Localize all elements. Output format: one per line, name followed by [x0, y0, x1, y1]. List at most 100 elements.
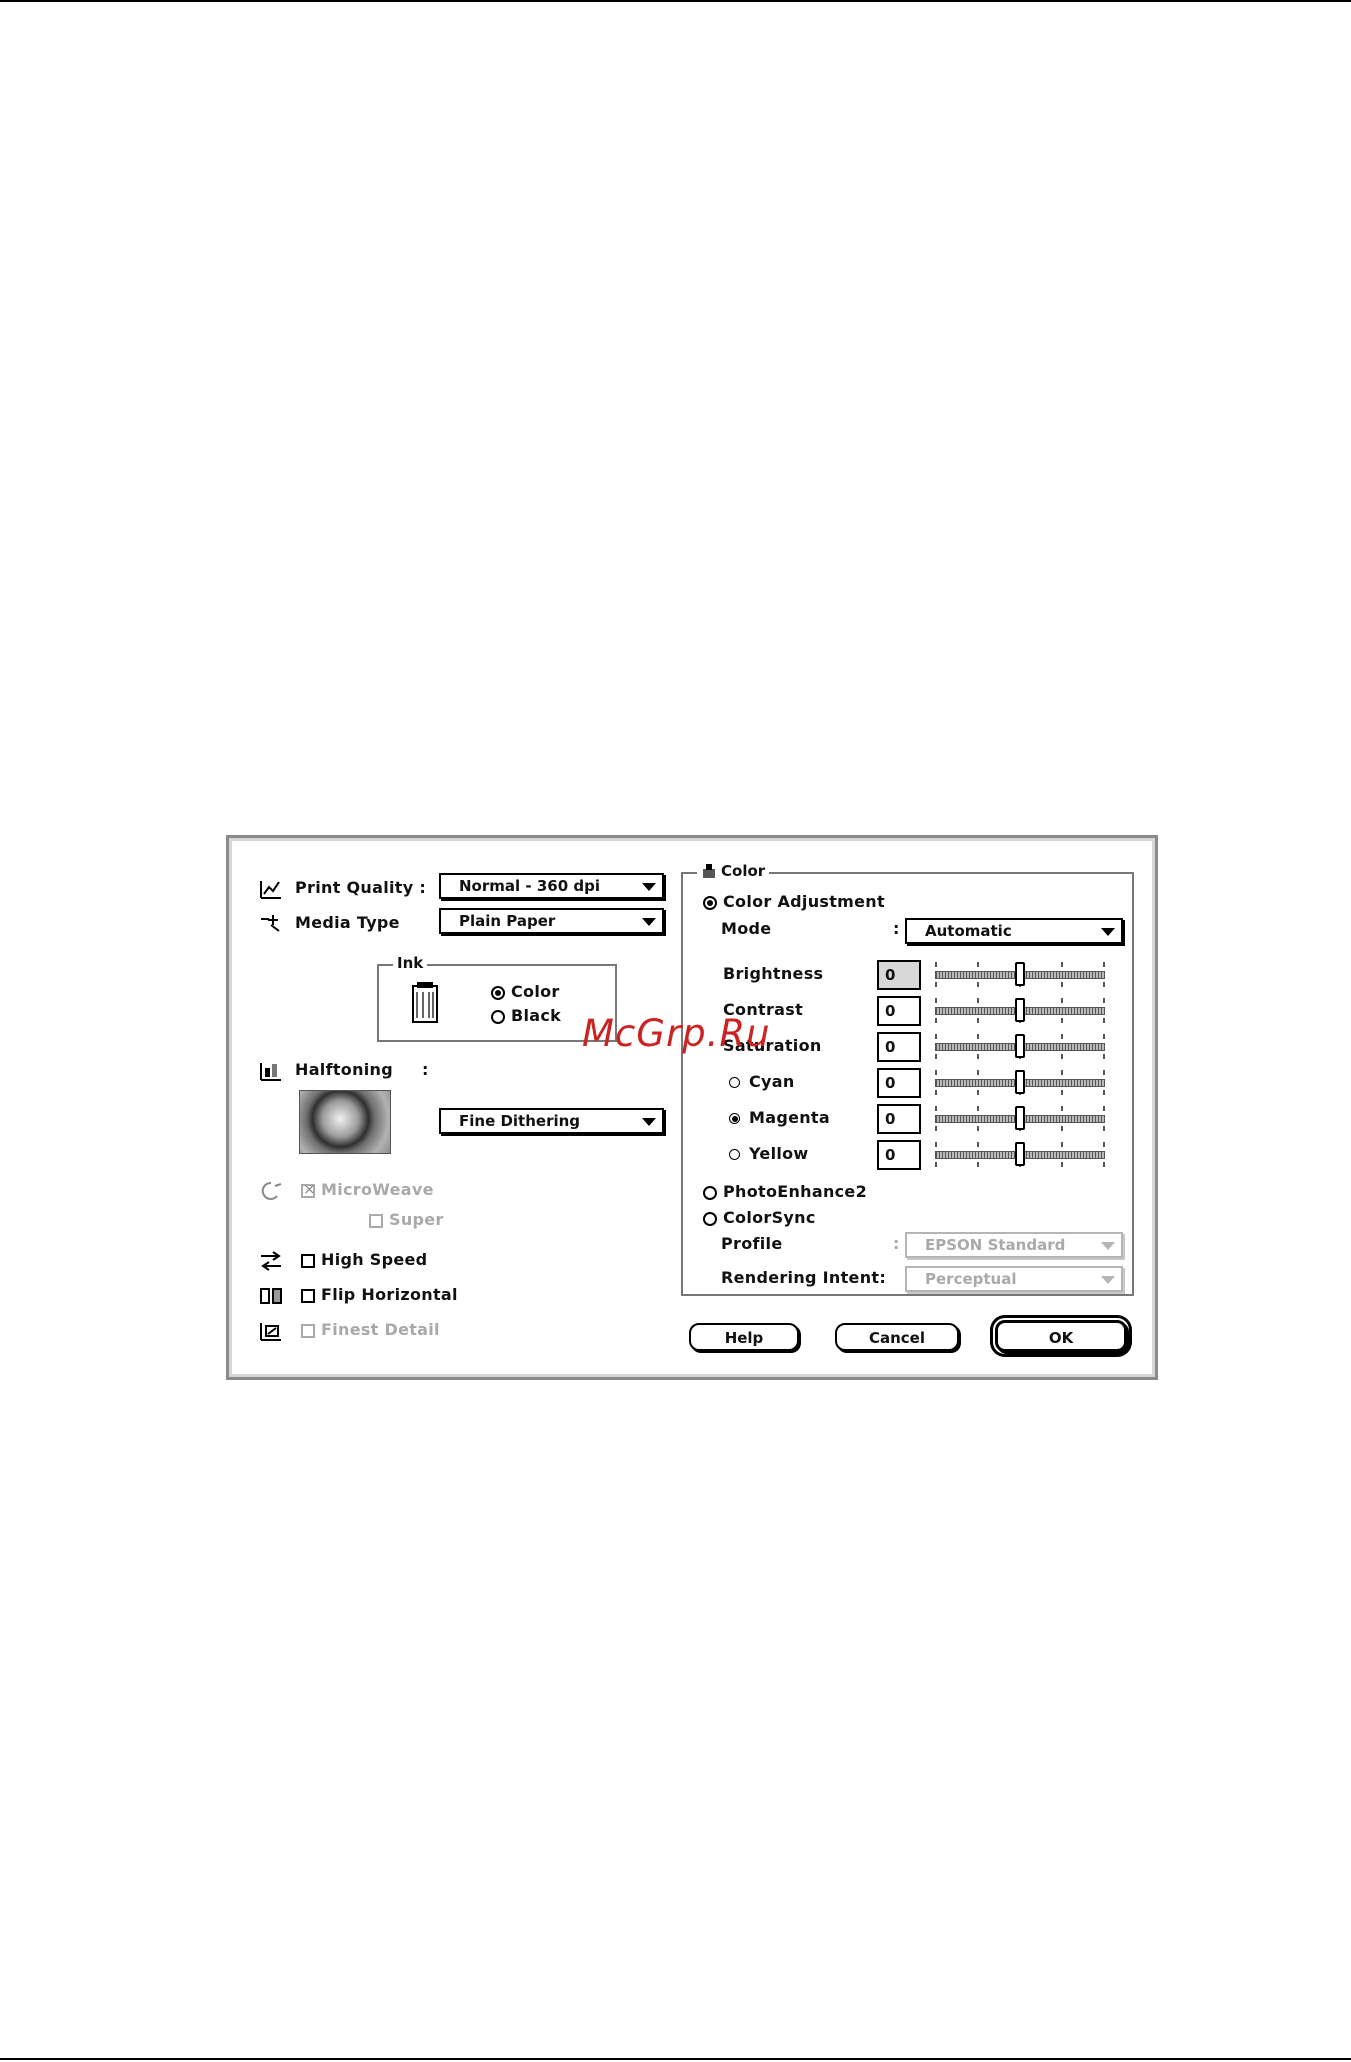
slider-thumb[interactable] — [1015, 1070, 1025, 1094]
slider-tick — [1061, 1142, 1063, 1147]
halftoning-icon — [259, 1060, 283, 1082]
slider-tick — [935, 962, 937, 967]
slider-tick — [1103, 998, 1105, 1003]
high-speed-icon — [259, 1250, 283, 1272]
ink-black-radio[interactable] — [491, 1010, 505, 1024]
watermark-text: McGrp.Ru — [582, 1012, 771, 1055]
halftoning-value: Fine Dithering — [459, 1112, 581, 1130]
print-quality-label: Print Quality : — [295, 878, 427, 897]
slider-label: Brightness — [723, 964, 824, 983]
slider-value-field[interactable]: 0 — [877, 996, 921, 1026]
slider-tick — [1103, 1162, 1105, 1167]
slider-tick — [1061, 1034, 1063, 1039]
slider-tick — [1061, 962, 1063, 967]
slider-tick — [977, 1126, 979, 1131]
chevron-down-icon — [642, 883, 656, 891]
mode-value: Automatic — [925, 922, 1012, 940]
cancel-button[interactable]: Cancel — [835, 1323, 959, 1351]
photoenhance-radio[interactable] — [703, 1186, 717, 1200]
flip-horizontal-icon — [259, 1285, 283, 1307]
slider-tick — [935, 1034, 937, 1039]
adjustment-slider[interactable] — [935, 1034, 1105, 1060]
slider-value-field[interactable]: 0 — [877, 1140, 921, 1170]
adjustment-slider[interactable] — [935, 962, 1105, 988]
finest-detail-label: Finest Detail — [321, 1320, 440, 1339]
color-adjustment-radio[interactable] — [703, 896, 717, 910]
flip-horizontal-label: Flip Horizontal — [321, 1285, 458, 1304]
adjustment-slider[interactable] — [935, 1106, 1105, 1132]
channel-4-radio[interactable] — [729, 1113, 740, 1124]
color-palette-icon — [701, 863, 717, 879]
slider-label: Cyan — [749, 1072, 795, 1091]
media-type-icon — [259, 913, 283, 935]
help-button[interactable]: Help — [689, 1323, 799, 1351]
slider-tick — [1103, 982, 1105, 987]
slider-thumb[interactable] — [1015, 1142, 1025, 1166]
slider-value-field[interactable]: 0 — [877, 1068, 921, 1098]
profile-label: Profile — [721, 1234, 783, 1253]
media-type-popup[interactable]: Plain Paper — [439, 908, 664, 934]
super-checkbox[interactable] — [369, 1214, 383, 1228]
slider-tick — [1061, 1054, 1063, 1059]
microweave-checkbox[interactable] — [301, 1180, 316, 1198]
channel-5-radio[interactable] — [729, 1149, 740, 1160]
mode-label: Mode — [721, 919, 772, 938]
slider-thumb[interactable] — [1015, 1106, 1025, 1130]
halftoning-popup[interactable]: Fine Dithering — [439, 1108, 664, 1134]
slider-tick — [1103, 1070, 1105, 1075]
ink-color-radio[interactable] — [491, 986, 505, 1000]
media-type-value: Plain Paper — [459, 912, 556, 930]
high-speed-label: High Speed — [321, 1250, 428, 1269]
print-quality-value: Normal - 360 dpi — [459, 877, 600, 895]
print-quality-icon — [259, 878, 283, 900]
profile-colon: : — [893, 1234, 900, 1253]
color-group-title-text: Color — [721, 862, 766, 880]
slider-tick — [977, 1054, 979, 1059]
slider-value-field[interactable]: 0 — [877, 1032, 921, 1062]
adjustment-slider[interactable] — [935, 1142, 1105, 1168]
slider-tick — [1103, 1018, 1105, 1023]
chevron-down-icon — [1101, 1276, 1115, 1284]
profile-popup[interactable]: EPSON Standard — [905, 1232, 1123, 1258]
slider-value-field[interactable]: 0 — [877, 1104, 921, 1134]
mode-colon: : — [893, 919, 900, 938]
rendering-intent-value: Perceptual — [925, 1270, 1017, 1288]
channel-3-radio[interactable] — [729, 1077, 740, 1088]
slider-tick — [1061, 1090, 1063, 1095]
finest-detail-checkbox[interactable] — [301, 1324, 315, 1338]
slider-label: Yellow — [749, 1144, 809, 1163]
ink-black-label: Black — [511, 1006, 562, 1025]
slider-tick — [977, 982, 979, 987]
slider-tick — [935, 1126, 937, 1131]
high-speed-checkbox[interactable] — [301, 1254, 315, 1268]
slider-thumb[interactable] — [1015, 998, 1025, 1022]
mode-popup[interactable]: Automatic — [905, 918, 1123, 944]
halftoning-colon: : — [422, 1060, 429, 1079]
ink-cartridge-icon — [409, 980, 441, 1026]
chevron-down-icon — [1101, 1242, 1115, 1250]
super-label: Super — [389, 1210, 444, 1229]
page-bottom-rule — [0, 2058, 1351, 2060]
flip-horizontal-checkbox[interactable] — [301, 1289, 315, 1303]
slider-tick — [1061, 982, 1063, 987]
slider-value-field[interactable]: 0 — [877, 960, 921, 990]
adjustment-slider[interactable] — [935, 1070, 1105, 1096]
slider-tick — [1103, 1142, 1105, 1147]
color-group: Color Color Adjustment Mode : Automatic … — [681, 862, 1134, 1296]
slider-tick — [1103, 1126, 1105, 1131]
profile-value: EPSON Standard — [925, 1236, 1066, 1254]
slider-tick — [977, 962, 979, 967]
colorsync-radio[interactable] — [703, 1212, 717, 1226]
slider-tick — [1103, 1054, 1105, 1059]
chevron-down-icon — [642, 918, 656, 926]
slider-tick — [935, 982, 937, 987]
slider-tick — [935, 1070, 937, 1075]
slider-thumb[interactable] — [1015, 1034, 1025, 1058]
print-quality-popup[interactable]: Normal - 360 dpi — [439, 873, 664, 899]
adjustment-slider[interactable] — [935, 998, 1105, 1024]
ok-button[interactable]: OK — [990, 1315, 1132, 1357]
slider-tick — [1061, 1162, 1063, 1167]
slider-tick — [977, 1070, 979, 1075]
slider-thumb[interactable] — [1015, 962, 1025, 986]
rendering-intent-popup[interactable]: Perceptual — [905, 1266, 1123, 1292]
